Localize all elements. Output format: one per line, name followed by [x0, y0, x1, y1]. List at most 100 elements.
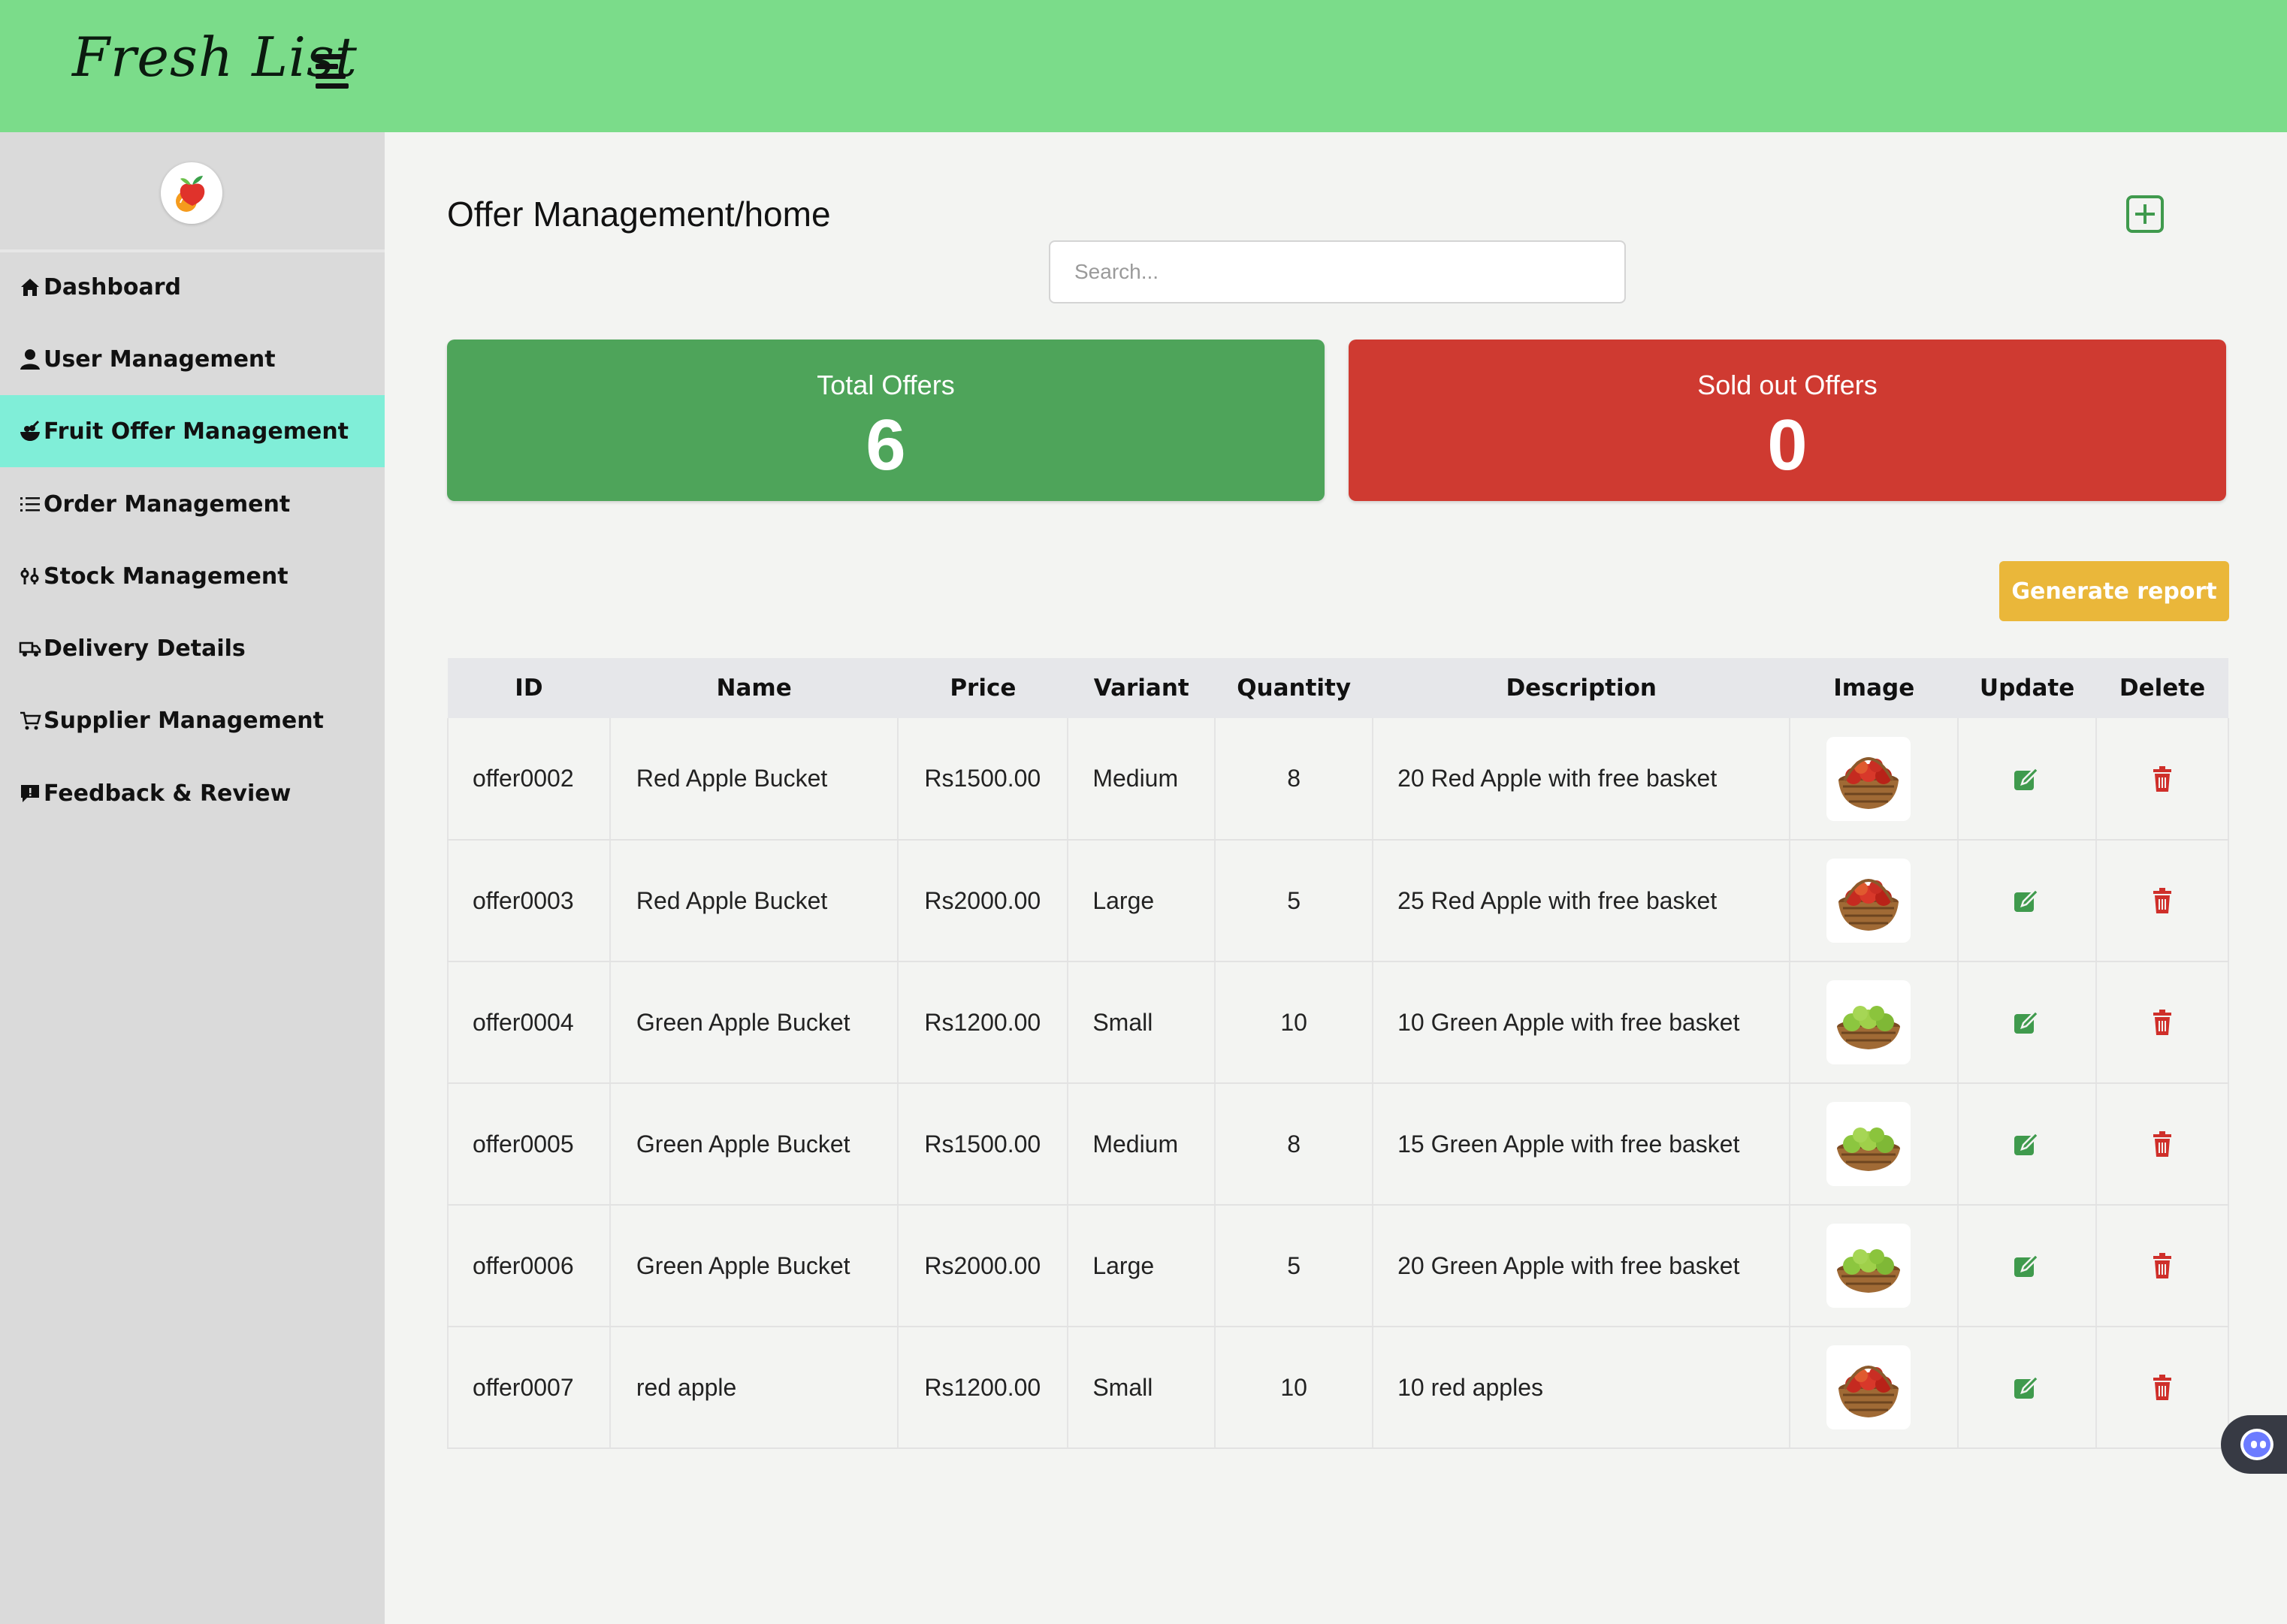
menu-icon[interactable] — [316, 54, 349, 89]
cell-update — [1957, 1083, 2097, 1206]
trash-icon[interactable] — [2147, 1250, 2178, 1278]
cell-name: Green Apple Bucket — [609, 1083, 899, 1206]
plus-square-icon — [2126, 195, 2164, 233]
trash-icon[interactable] — [2147, 1128, 2178, 1157]
cell-quantity: 8 — [1214, 718, 1373, 841]
cell-delete — [2095, 718, 2229, 841]
offer-image — [1826, 980, 1911, 1064]
edit-icon[interactable] — [2011, 1250, 2043, 1277]
sidebar-item-label: Fruit Offer Management — [44, 418, 349, 445]
cell-image — [1789, 1205, 1959, 1327]
cell-description: 25 Red Apple with free basket — [1372, 840, 1790, 962]
total-offers-label: Total Offers — [817, 370, 955, 400]
sidebar-item-feedback-and-review[interactable]: Feedback & Review — [0, 757, 385, 829]
chat-bot-icon — [2240, 1429, 2273, 1460]
column-header-description: Description — [1373, 658, 1790, 718]
offer-image — [1826, 1224, 1911, 1308]
app-title: Fresh List — [72, 26, 358, 89]
cell-delete — [2095, 840, 2229, 962]
sidebar-item-dashboard[interactable]: Dashboard — [0, 251, 385, 323]
cell-variant: Small — [1067, 961, 1216, 1084]
cell-name: Green Apple Bucket — [609, 961, 899, 1084]
truck-icon — [18, 636, 42, 660]
cell-delete — [2095, 1205, 2229, 1327]
chat-widget-button[interactable] — [2221, 1415, 2287, 1474]
cell-image — [1789, 1327, 1959, 1449]
cell-id: offer0007 — [447, 1327, 610, 1449]
sidebar-item-delivery-details[interactable]: Delivery Details — [0, 612, 385, 684]
column-header-delete: Delete — [2096, 658, 2228, 718]
sidebar-item-label: User Management — [44, 346, 276, 373]
table-row: offer0007 red apple Rs1200.00 Small 10 10 red… — [447, 1327, 2229, 1449]
search-input[interactable] — [1049, 240, 1626, 303]
table-row: offer0002 Red Apple Bucket Rs1500.00 Medium… — [447, 718, 2229, 841]
generate-report-button[interactable]: Generate report — [1999, 561, 2229, 621]
cell-quantity: 10 — [1214, 961, 1373, 1084]
cell-id: offer0004 — [447, 961, 610, 1084]
sidebar-item-supplier-management[interactable]: Supplier Management — [0, 684, 385, 756]
sidebar-item-fruit-offer-management[interactable]: Fruit Offer Management — [0, 395, 385, 467]
table-row: offer0003 Red Apple Bucket Rs2000.00 Large 5… — [447, 840, 2229, 962]
cell-image — [1789, 961, 1959, 1084]
edit-icon[interactable] — [2011, 885, 2043, 912]
cell-delete — [2095, 961, 2229, 1084]
offers-table: ID Name Price Variant Quantity Descripti… — [447, 658, 2229, 1449]
cell-price: Rs1500.00 — [897, 718, 1068, 841]
edit-icon[interactable] — [2011, 1372, 2043, 1399]
table-header-row: ID Name Price Variant Quantity Descripti… — [448, 658, 2228, 718]
cell-variant: Medium — [1067, 1083, 1216, 1206]
cell-update — [1957, 961, 2097, 1084]
trash-icon[interactable] — [2147, 1007, 2178, 1035]
column-header-update: Update — [1958, 658, 2097, 718]
home-icon — [18, 275, 42, 299]
trash-icon[interactable] — [2147, 885, 2178, 913]
cell-description: 20 Red Apple with free basket — [1372, 718, 1790, 841]
edit-icon[interactable] — [2011, 1007, 2043, 1034]
edit-icon[interactable] — [2011, 763, 2043, 790]
sold-out-offers-label: Sold out Offers — [1697, 370, 1878, 400]
total-offers-value: 6 — [866, 405, 906, 485]
table-row: offer0004 Green Apple Bucket Rs1200.00 Smal… — [447, 961, 2229, 1084]
user-icon — [18, 347, 42, 371]
cell-description: 10 red apples — [1372, 1327, 1790, 1449]
column-header-quantity: Quantity — [1215, 658, 1373, 718]
table-row: offer0006 Green Apple Bucket Rs2000.00 Larg… — [447, 1205, 2229, 1327]
table-row: offer0005 Green Apple Bucket Rs1500.00 Medi… — [447, 1083, 2229, 1206]
cart-icon — [18, 708, 42, 732]
trash-icon[interactable] — [2147, 1372, 2178, 1400]
cell-price: Rs2000.00 — [897, 1205, 1068, 1327]
cell-variant: Medium — [1067, 718, 1216, 841]
cell-name: Red Apple Bucket — [609, 718, 899, 841]
cell-name: Green Apple Bucket — [609, 1205, 899, 1327]
sidebar-item-stock-management[interactable]: Stock Management — [0, 540, 385, 612]
add-offer-button[interactable] — [2125, 194, 2165, 234]
cell-price: Rs1200.00 — [897, 961, 1068, 1084]
sidebar-item-label: Order Management — [44, 491, 291, 518]
sidebar-item-label: Delivery Details — [44, 635, 246, 662]
cell-quantity: 5 — [1214, 1205, 1373, 1327]
cell-id: offer0003 — [447, 840, 610, 962]
cell-description: 15 Green Apple with free basket — [1372, 1083, 1790, 1206]
sidebar-item-user-management[interactable]: User Management — [0, 323, 385, 395]
cell-description: 20 Green Apple with free basket — [1372, 1205, 1790, 1327]
sidebar-item-order-management[interactable]: Order Management — [0, 468, 385, 540]
offer-image — [1826, 736, 1911, 821]
cell-image — [1789, 1083, 1959, 1206]
app-logo — [161, 162, 222, 224]
sold-out-offers-card: Sold out Offers 0 — [1349, 340, 2226, 501]
cell-variant: Large — [1067, 840, 1216, 962]
cell-description: 10 Green Apple with free basket — [1372, 961, 1790, 1084]
cell-variant: Large — [1067, 1205, 1216, 1327]
cell-quantity: 5 — [1214, 840, 1373, 962]
cell-quantity: 10 — [1214, 1327, 1373, 1449]
cell-update — [1957, 1327, 2097, 1449]
cell-quantity: 8 — [1214, 1083, 1373, 1206]
trash-icon[interactable] — [2147, 763, 2178, 792]
top-bar: Fresh List — [0, 0, 2287, 132]
cell-update — [1957, 718, 2097, 841]
edit-icon[interactable] — [2011, 1128, 2043, 1155]
cell-name: red apple — [609, 1327, 899, 1449]
offer-image — [1826, 1102, 1911, 1186]
cell-update — [1957, 840, 2097, 962]
cell-id: offer0006 — [447, 1205, 610, 1327]
